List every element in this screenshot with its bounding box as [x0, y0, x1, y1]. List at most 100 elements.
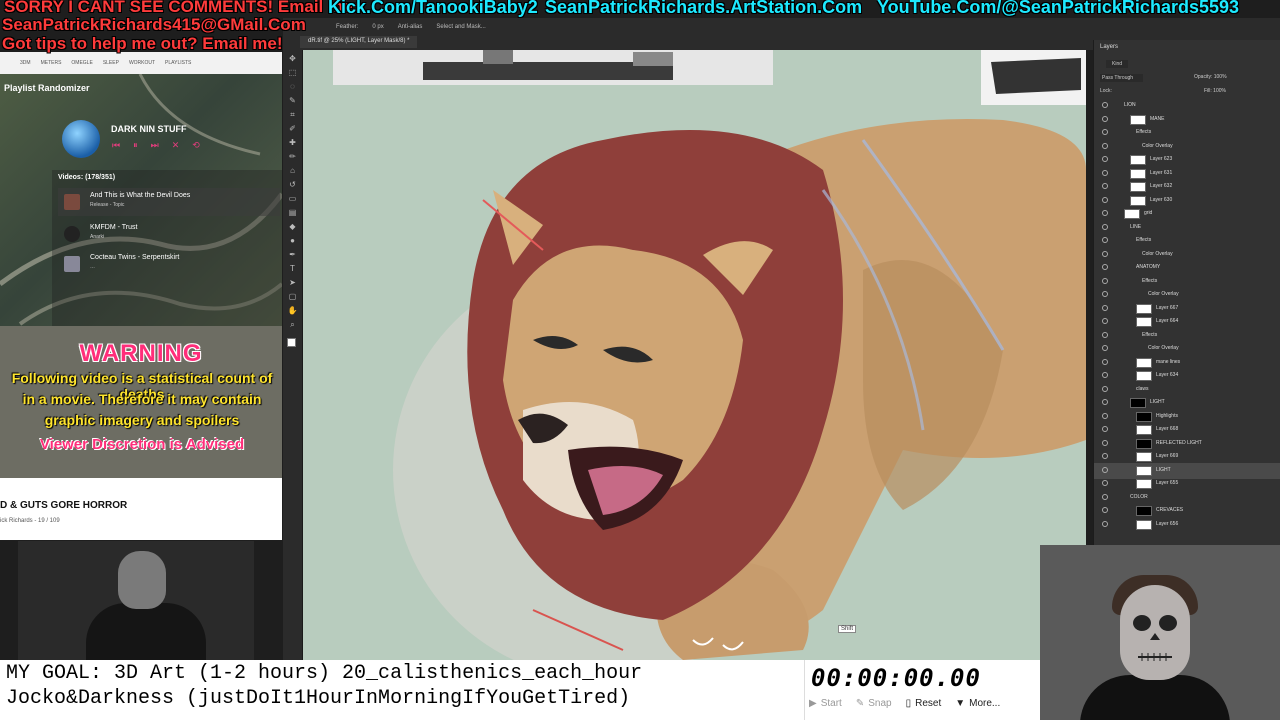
layer-name: Color Overlay — [1148, 345, 1179, 351]
warning-line: graphic imagery and spoilers — [44, 412, 240, 428]
layer-thumbnail — [1124, 209, 1140, 219]
eye-icon[interactable] — [1102, 331, 1108, 338]
foreground-color-swatch[interactable] — [287, 338, 296, 347]
eye-icon[interactable] — [1102, 250, 1108, 257]
eye-icon[interactable] — [1102, 399, 1108, 405]
list-item[interactable]: KMFDM - Trust Anarki — [58, 220, 280, 248]
eye-icon[interactable] — [1102, 439, 1108, 446]
healing-brush-icon[interactable]: ✚ — [287, 138, 299, 148]
layer-name: grid — [1144, 210, 1153, 216]
option-antialias[interactable]: Anti-alias — [398, 24, 423, 30]
bookmark-meters[interactable]: METERS — [41, 60, 62, 66]
blur-tool-icon[interactable]: ◆ — [287, 222, 299, 232]
opacity-control[interactable]: Opacity: 100% — [1194, 74, 1227, 80]
repeat-icon[interactable]: ⟲ — [192, 140, 200, 151]
more-button[interactable]: ▼ More... — [955, 698, 1000, 709]
eye-icon[interactable] — [1102, 480, 1108, 486]
layer-name: Layer 655 — [1156, 480, 1179, 486]
bookmark-3dm[interactable]: 3DM — [20, 60, 31, 66]
person-body — [86, 603, 206, 661]
bookmark-sleep[interactable]: SLEEP — [103, 60, 119, 66]
shuffle-icon[interactable]: ✕ — [172, 140, 180, 151]
layer-thumbnail — [1136, 357, 1152, 368]
eye-icon[interactable] — [1102, 264, 1108, 270]
layer-name: Layer 667 — [1156, 304, 1179, 311]
eye-icon[interactable] — [1102, 412, 1108, 419]
pen-tool-icon[interactable]: ✒ — [287, 250, 299, 260]
bookmark-omegle[interactable]: OMEGLE — [71, 60, 92, 66]
reset-button[interactable]: ▯ Reset — [906, 698, 942, 709]
eye-icon[interactable] — [1102, 129, 1108, 135]
eye-icon[interactable] — [1102, 156, 1108, 162]
layer-name: Color Overlay — [1142, 142, 1173, 149]
layers-kind-filter[interactable]: Kind — [1106, 60, 1129, 68]
eye-icon[interactable] — [1102, 210, 1108, 216]
eye-icon[interactable] — [1102, 345, 1108, 351]
eyedropper-icon[interactable]: ✐ — [287, 124, 299, 134]
snap-button[interactable]: ✎ Snap — [856, 698, 892, 709]
clone-stamp-icon[interactable]: ⌂ — [287, 166, 299, 176]
layer-thumbnail — [1136, 317, 1152, 327]
type-tool-icon[interactable]: T — [287, 264, 299, 274]
eye-icon[interactable] — [1102, 102, 1108, 108]
move-tool-icon[interactable]: ✥ — [287, 54, 299, 64]
brush-tool-icon[interactable]: ✏ — [287, 152, 299, 162]
eye-icon[interactable] — [1102, 426, 1108, 432]
banner-artstation: SeanPatrickRichards.ArtStation.Com — [545, 0, 863, 17]
document-canvas[interactable]: Shift — [303, 50, 1086, 660]
eye-icon[interactable] — [1102, 453, 1108, 459]
eye-icon[interactable] — [1102, 115, 1108, 122]
document-tab[interactable]: dR.tif @ 25% (LIGHT, Layer Mask/8) * — [300, 36, 418, 48]
zoom-tool-icon[interactable]: ⌕ — [287, 320, 299, 330]
eye-icon[interactable] — [1102, 304, 1108, 311]
eye-icon[interactable] — [1102, 142, 1108, 149]
webcam-feed — [1040, 545, 1280, 720]
layer-thumbnail — [1130, 398, 1146, 408]
eye-icon[interactable] — [1102, 223, 1108, 230]
eye-icon[interactable] — [1102, 385, 1108, 392]
banner-tips: Got tips to help me out? Email me! — [2, 34, 283, 53]
eye-icon[interactable] — [1102, 520, 1108, 527]
shape-tool-icon[interactable]: ▢ — [287, 292, 299, 302]
bookmark-workout[interactable]: WORKOUT — [129, 60, 155, 66]
layer-thumbnail — [1136, 506, 1152, 516]
eye-icon[interactable] — [1102, 318, 1108, 324]
streamer-shirt — [1080, 675, 1230, 720]
eye-icon[interactable] — [1102, 277, 1108, 284]
fill-control[interactable]: Fill: 100% — [1204, 88, 1226, 94]
eye-icon[interactable] — [1102, 291, 1108, 297]
marquee-tool-icon[interactable]: ⬚ — [287, 68, 299, 78]
eye-icon[interactable] — [1102, 466, 1108, 473]
previous-icon[interactable]: ⏮ — [112, 140, 120, 151]
eraser-tool-icon[interactable]: ▭ — [287, 194, 299, 204]
eye-icon[interactable] — [1102, 358, 1108, 365]
eye-icon[interactable] — [1102, 169, 1108, 176]
crop-tool-icon[interactable]: ⌗ — [287, 110, 299, 120]
viewer-discretion: Viewer Discretion is Advised — [39, 436, 245, 453]
quick-select-icon[interactable]: ✎ — [287, 96, 299, 106]
list-item[interactable]: And This is What the Devil Does Release … — [58, 188, 280, 216]
option-feather-value[interactable]: 0 px — [372, 24, 383, 30]
lasso-tool-icon[interactable]: ◌ — [287, 82, 299, 92]
path-select-icon[interactable]: ➤ — [287, 278, 299, 288]
start-button[interactable]: ▶ Start — [809, 698, 842, 709]
pause-icon[interactable]: ⏸ — [133, 140, 138, 151]
blend-mode-select[interactable]: Pass Through — [1100, 74, 1144, 82]
history-brush-icon[interactable]: ↺ — [287, 180, 299, 190]
layers-tab[interactable]: Layers — [1100, 44, 1118, 50]
eye-icon[interactable] — [1102, 507, 1108, 513]
layer-name: ANATOMY — [1136, 264, 1161, 270]
layer-row[interactable]: Layer 656 — [1094, 517, 1280, 533]
eye-icon[interactable] — [1102, 237, 1108, 243]
gradient-tool-icon[interactable]: ▤ — [287, 208, 299, 218]
list-item[interactable]: Cocteau Twins - Serpentskirt … — [58, 250, 280, 278]
eye-icon[interactable] — [1102, 183, 1108, 189]
bookmark-playlists[interactable]: PLAYLISTS — [165, 60, 191, 66]
eye-icon[interactable] — [1102, 493, 1108, 500]
eye-icon[interactable] — [1102, 372, 1108, 378]
hand-tool-icon[interactable]: ✋ — [287, 306, 299, 316]
next-icon[interactable]: ⏭ — [151, 140, 159, 151]
eye-icon[interactable] — [1102, 196, 1108, 203]
dodge-tool-icon[interactable]: ● — [287, 236, 299, 246]
option-select-and-mask[interactable]: Select and Mask... — [436, 24, 485, 30]
